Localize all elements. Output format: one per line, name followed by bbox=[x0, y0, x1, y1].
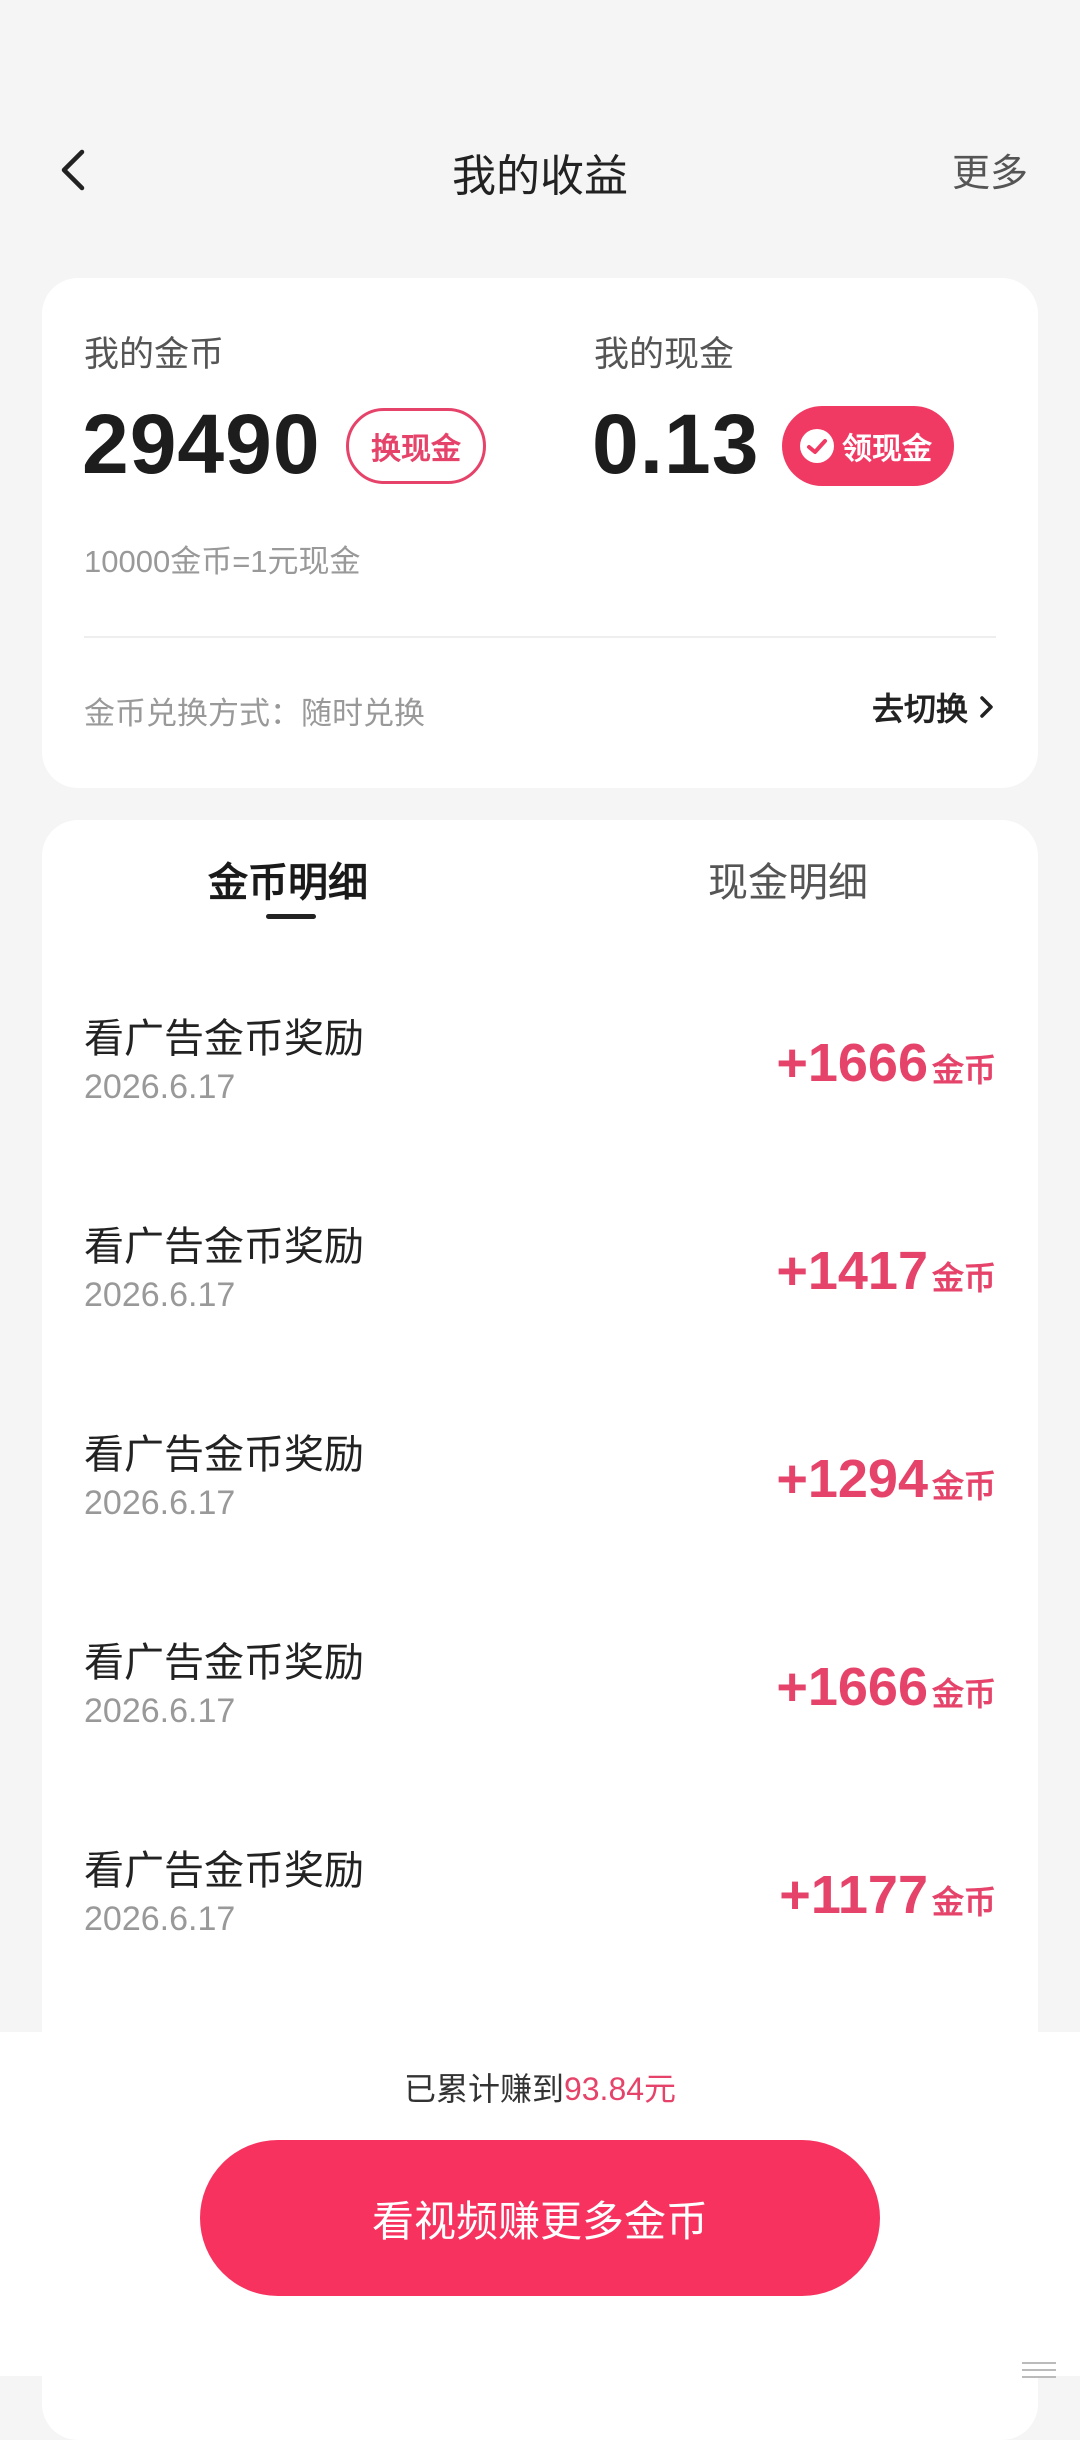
wallet-icon bbox=[800, 429, 834, 463]
record-title: 看广告金币奖励 bbox=[84, 1017, 364, 1061]
record-date: 2026.6.17 bbox=[84, 1692, 236, 1730]
record-amount-unit: 金币 bbox=[931, 1052, 996, 1088]
record-title: 看广告金币奖励 bbox=[84, 1225, 364, 1269]
switch-mode-link[interactable]: 去切换 bbox=[872, 684, 996, 730]
list-item: 看广告金币奖励 2026.6.17 +1294 金币 bbox=[42, 1422, 1038, 1630]
list-item: 看广告金币奖励 2026.6.17 +1666 金币 bbox=[42, 1630, 1038, 1838]
total-earned: 已累计赚到93.84元 bbox=[0, 2064, 1080, 2110]
list-item: 看广告金币奖励 2026.6.17 +1417 金币 bbox=[42, 1214, 1038, 1422]
record-amount: +1666 金币 bbox=[776, 1032, 996, 1094]
record-date: 2026.6.17 bbox=[84, 1900, 236, 1938]
total-earned-value: 93.84元 bbox=[563, 2071, 677, 2107]
switch-mode-label: 去切换 bbox=[871, 691, 968, 727]
record-date: 2026.6.17 bbox=[84, 1484, 236, 1522]
record-amount-unit: 金币 bbox=[931, 1884, 996, 1920]
list-item: 看广告金币奖励 2026.6.17 +1666 金币 bbox=[42, 1006, 1038, 1214]
record-title: 看广告金币奖励 bbox=[84, 1641, 364, 1685]
record-date: 2026.6.17 bbox=[84, 1276, 236, 1314]
record-amount-value: +1417 bbox=[776, 1241, 928, 1301]
record-amount-unit: 金币 bbox=[931, 1468, 996, 1504]
record-amount-unit: 金币 bbox=[931, 1676, 996, 1712]
record-amount-value: +1666 bbox=[776, 1033, 928, 1093]
more-button[interactable]: 更多 bbox=[952, 142, 1028, 197]
list-item: 看广告金币奖励 2026.6.17 +1177 金币 bbox=[42, 1838, 1038, 2046]
earnings-summary-card: 我的金币 29490 换现金 我的现金 0.13 领现金 10000金币=1元现… bbox=[42, 278, 1038, 788]
exchange-cash-button[interactable]: 换现金 bbox=[346, 408, 486, 484]
page-title: 我的收益 bbox=[452, 152, 628, 201]
coins-value: 29490 bbox=[82, 397, 321, 491]
withdraw-cash-label: 领现金 bbox=[842, 433, 932, 466]
tab-cash-details[interactable]: 现金明细 bbox=[708, 850, 868, 908]
record-amount-unit: 金币 bbox=[931, 1260, 996, 1296]
record-amount: +1177 金币 bbox=[779, 1864, 996, 1926]
record-amount: +1666 金币 bbox=[776, 1656, 996, 1718]
record-title: 看广告金币奖励 bbox=[84, 1433, 364, 1477]
watch-video-button[interactable]: 看视频赚更多金币 bbox=[200, 2140, 880, 2296]
record-title: 看广告金币奖励 bbox=[84, 1849, 364, 1893]
record-date: 2026.6.17 bbox=[84, 1068, 236, 1106]
total-earned-prefix: 已累计赚到 bbox=[403, 2071, 564, 2107]
cash-value: 0.13 bbox=[592, 397, 760, 491]
divider bbox=[84, 636, 996, 638]
coins-label: 我的金币 bbox=[84, 335, 225, 374]
tab-coin-details[interactable]: 金币明细 bbox=[208, 850, 368, 908]
record-amount: +1417 金币 bbox=[776, 1240, 996, 1302]
chevron-right-icon bbox=[980, 696, 993, 718]
exchange-rate-text: 10000金币=1元现金 bbox=[84, 544, 361, 579]
bottom-panel: 已累计赚到93.84元 看视频赚更多金币 bbox=[0, 2032, 1080, 2378]
menu-lines-icon bbox=[1022, 2362, 1056, 2384]
cash-label: 我的现金 bbox=[594, 335, 735, 374]
record-amount-value: +1666 bbox=[776, 1657, 928, 1717]
active-tab-indicator bbox=[266, 914, 316, 919]
record-amount: +1294 金币 bbox=[776, 1448, 996, 1510]
exchange-mode-text: 金币兑换方式：随时兑换 bbox=[84, 696, 425, 731]
record-amount-value: +1177 bbox=[779, 1865, 928, 1925]
record-amount-value: +1294 bbox=[776, 1449, 928, 1509]
top-bar: 我的收益 更多 bbox=[0, 130, 1080, 210]
withdraw-cash-button[interactable]: 领现金 bbox=[782, 406, 954, 486]
